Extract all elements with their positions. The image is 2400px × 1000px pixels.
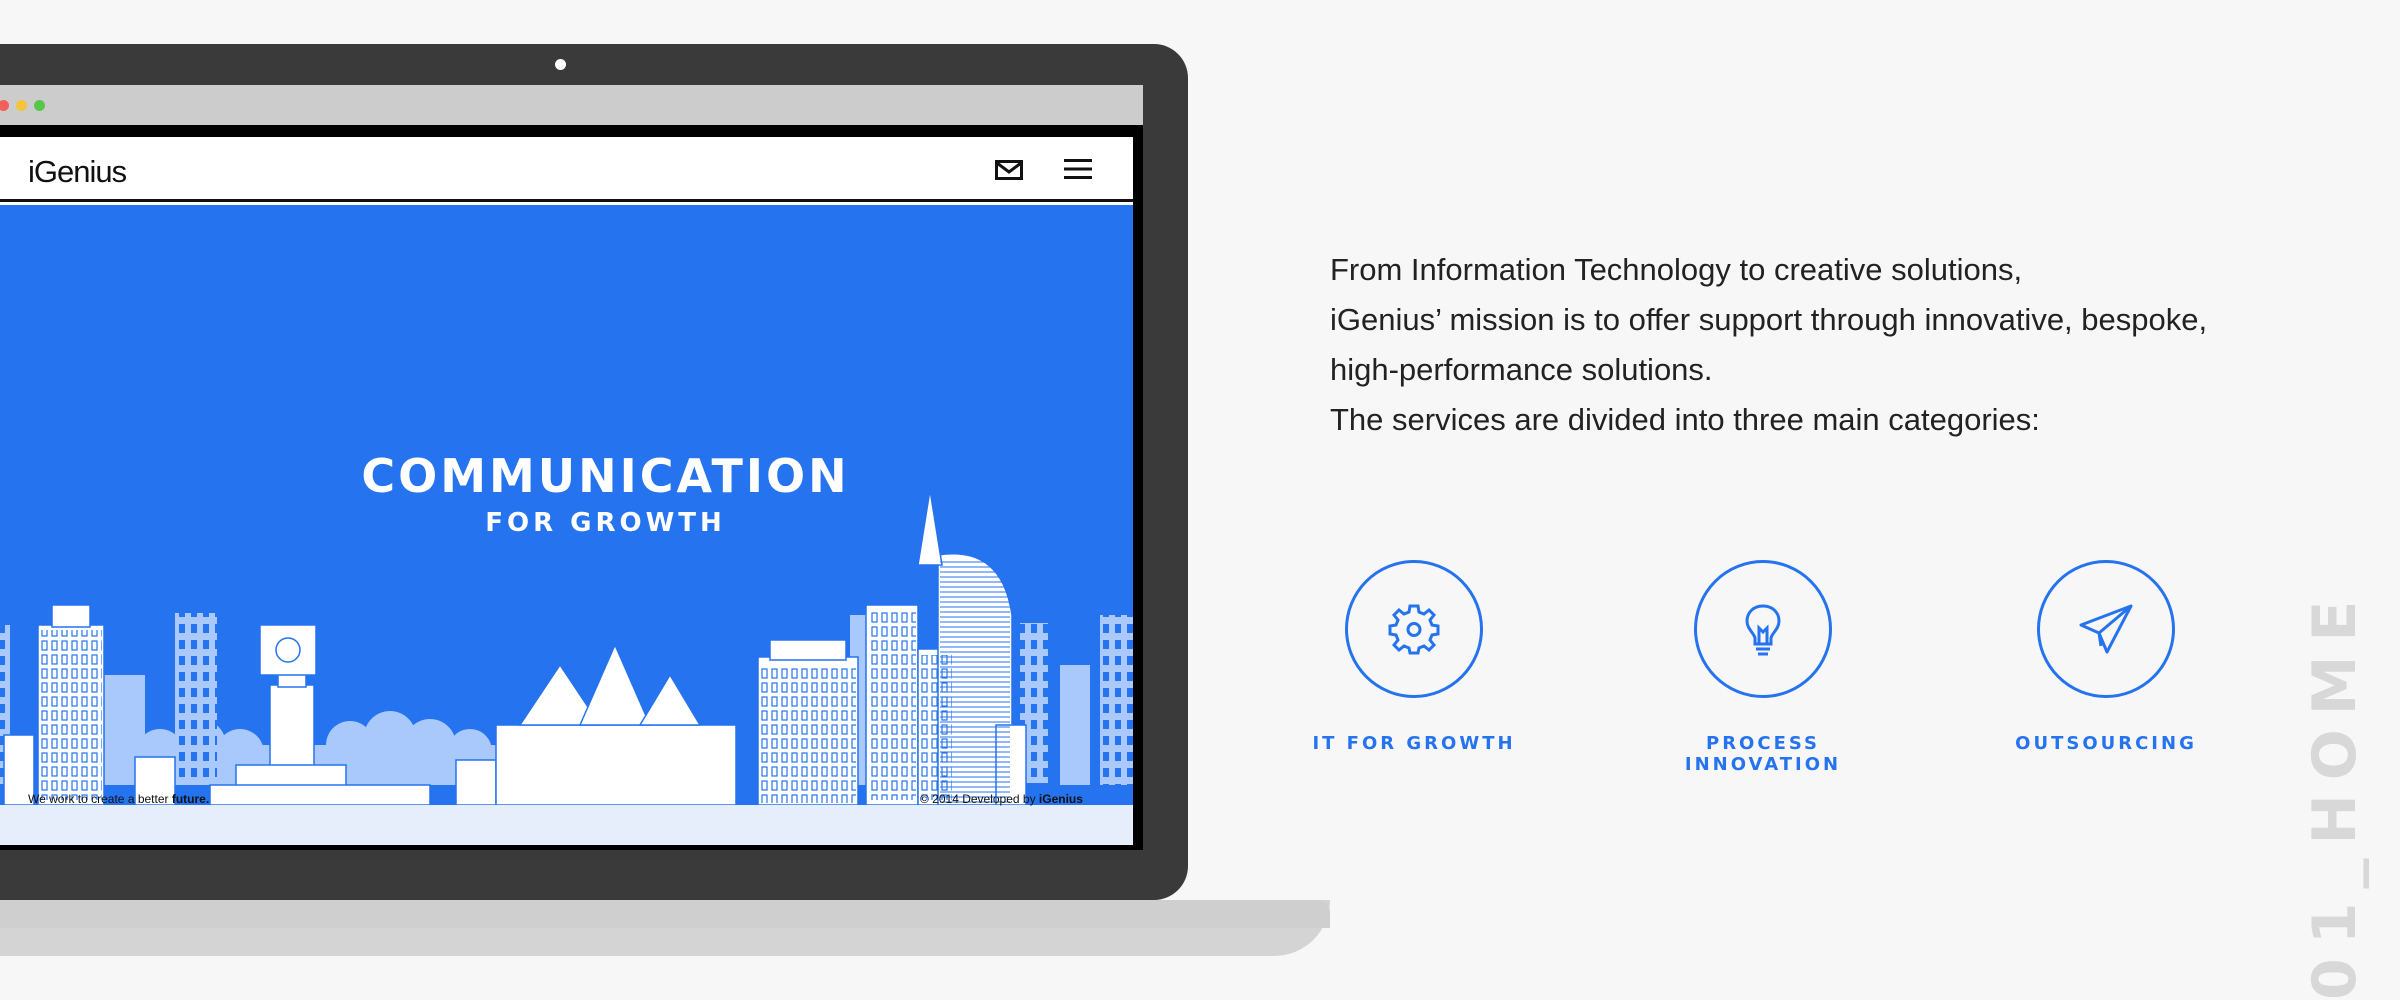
hamburger-menu-icon[interactable] xyxy=(1064,157,1092,181)
service-icon-circle[interactable] xyxy=(1345,560,1483,698)
service-process-innovation[interactable]: PROCESS INNOVATION xyxy=(1633,560,1893,775)
browser-toolbar xyxy=(0,85,1143,125)
footer-tagline-text: We work to create a better xyxy=(28,792,172,806)
hero-title: COMMUNICATION xyxy=(361,449,850,503)
service-icon-circle[interactable] xyxy=(2037,560,2175,698)
window-minimize-button[interactable] xyxy=(16,100,27,111)
footer-copyright: © 2014 Developed by iGenius xyxy=(920,792,1083,806)
site-logo[interactable]: iGenius xyxy=(28,154,127,190)
gear-icon xyxy=(1388,604,1440,655)
page: iGenius COMMUNICATION FOR GROWTH We work… xyxy=(0,0,2400,1000)
service-outsourcing[interactable]: OUTSOURCING xyxy=(1976,560,2236,754)
footer-tagline: We work to create a better future. xyxy=(28,792,209,806)
site-footer: We work to create a better future. © 201… xyxy=(0,783,1133,823)
footer-copyright-text: © 2014 Developed by xyxy=(920,792,1039,806)
window-close-button[interactable] xyxy=(0,100,9,111)
footer-tagline-emphasis: future. xyxy=(171,792,210,806)
paper-plane-icon xyxy=(2079,604,2133,654)
intro-line-4: The services are divided into three main… xyxy=(1330,402,2040,437)
footer-copyright-brand[interactable]: iGenius xyxy=(1039,792,1083,806)
service-label[interactable]: OUTSOURCING xyxy=(1976,733,2236,754)
laptop-screen: iGenius COMMUNICATION FOR GROWTH We work… xyxy=(0,85,1143,850)
lightbulb-icon xyxy=(1745,604,1781,656)
laptop-base-lip xyxy=(0,900,1330,928)
window-maximize-button[interactable] xyxy=(34,100,45,111)
service-icon-circle[interactable] xyxy=(1694,560,1832,698)
hero-banner: COMMUNICATION FOR GROWTH We work to crea… xyxy=(0,205,1133,845)
service-label[interactable]: PROCESS INNOVATION xyxy=(1633,733,1893,775)
hero-subtitle: FOR GROWTH xyxy=(485,508,726,538)
mail-icon[interactable] xyxy=(995,160,1023,180)
intro-line-2: iGenius’ mission is to offer support thr… xyxy=(1330,302,2208,337)
intro-line-1: From Information Technology to creative … xyxy=(1330,252,2023,287)
intro-text: From Information Technology to creative … xyxy=(1330,245,2280,445)
intro-line-3: high-performance solutions. xyxy=(1330,352,1713,387)
section-tag: 01_HOME xyxy=(2300,586,2370,1000)
website: iGenius COMMUNICATION FOR GROWTH We work… xyxy=(0,137,1133,845)
service-it-for-growth[interactable]: IT FOR GROWTH xyxy=(1284,560,1544,754)
laptop-base xyxy=(0,900,1330,956)
site-header: iGenius xyxy=(0,137,1133,202)
laptop-camera xyxy=(555,59,566,70)
service-label[interactable]: IT FOR GROWTH xyxy=(1284,733,1544,754)
